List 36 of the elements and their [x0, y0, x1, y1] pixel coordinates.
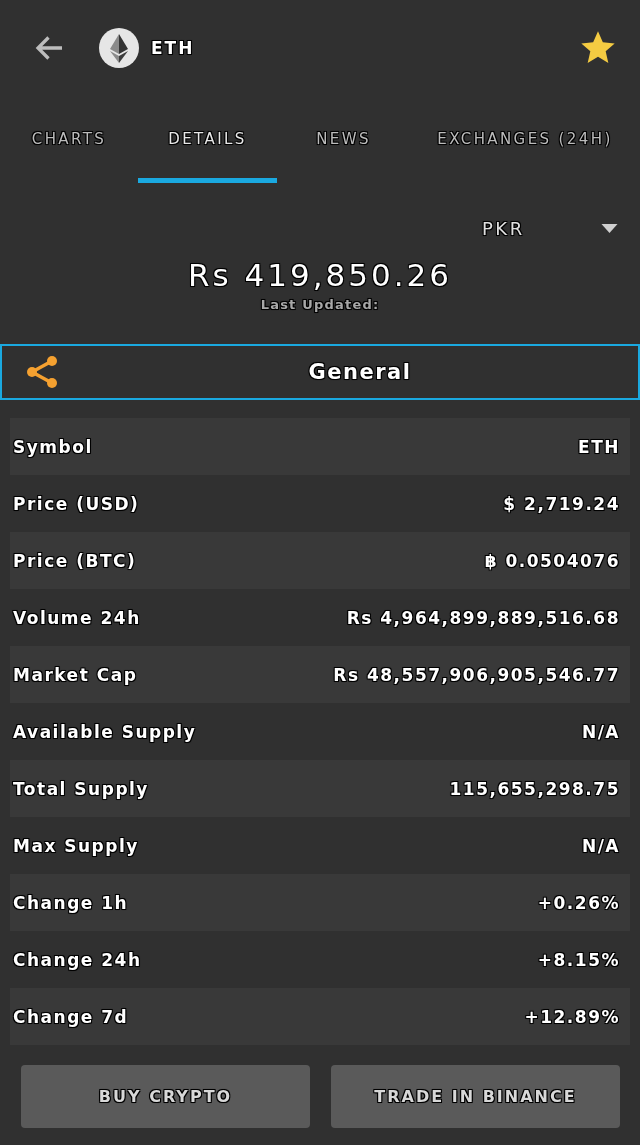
coin-title: ETH	[151, 37, 195, 58]
last-updated-label: Last Updated:	[260, 297, 380, 312]
detail-label: Change 1h	[13, 892, 129, 913]
tab[interactable]: EXCHANGES (24H)	[410, 95, 640, 183]
detail-value: $ 2,719.24	[503, 493, 620, 514]
share-icon[interactable]	[25, 355, 59, 389]
tab[interactable]: NEWS	[277, 95, 410, 183]
detail-label: Price (USD)	[13, 493, 140, 514]
section-title: General	[307, 360, 413, 384]
detail-label: Volume 24h	[13, 607, 141, 628]
detail-label: Total Supply	[13, 778, 149, 799]
detail-label: Available Supply	[13, 721, 197, 742]
detail-label: Symbol	[13, 436, 93, 457]
detail-label: Change 24h	[13, 949, 142, 970]
price-value: Rs 419,850.26	[187, 256, 452, 295]
detail-value: Rs 4,964,899,889,516.68	[346, 607, 620, 628]
tab[interactable]: DETAILS	[138, 95, 277, 183]
detail-label: Max Supply	[13, 835, 139, 856]
detail-label: Market Cap	[13, 664, 138, 685]
action-button[interactable]: BUY CRYPTO	[21, 1065, 310, 1128]
detail-value: ETH	[578, 436, 620, 457]
detail-value: N/A	[581, 721, 620, 742]
coin-logo-icon	[99, 27, 139, 68]
detail-value: +8.15%	[537, 949, 620, 970]
detail-label: Price (BTC)	[13, 550, 137, 571]
detail-value: N/A	[581, 835, 620, 856]
detail-value: +0.26%	[537, 892, 620, 913]
detail-value: Rs 48,557,906,905,546.77	[333, 664, 620, 685]
currency-dropdown[interactable]: PKR	[468, 203, 618, 253]
detail-label: Change 7d	[13, 1006, 129, 1027]
detail-value: ฿ 0.0504076	[484, 550, 620, 571]
tab[interactable]: CHARTS	[0, 95, 138, 183]
detail-value: 115,655,298.75	[449, 778, 620, 799]
detail-value: +12.89%	[524, 1006, 620, 1027]
caret-icon	[601, 223, 618, 233]
action-button[interactable]: TRADE IN BINANCE	[331, 1065, 620, 1128]
